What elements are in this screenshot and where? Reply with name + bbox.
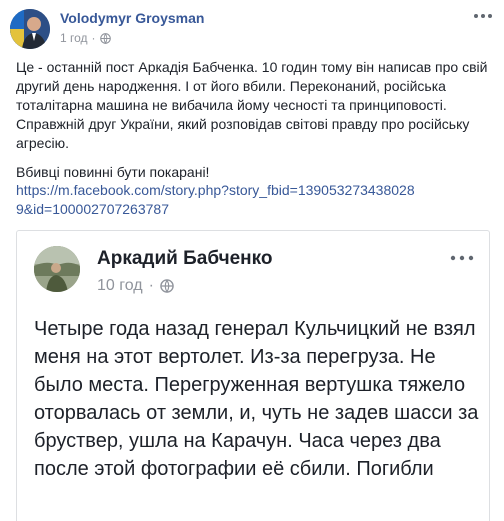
author-avatar[interactable] [10, 9, 50, 49]
more-horizontal-icon[interactable] [472, 10, 494, 22]
meta-separator: · [91, 31, 96, 45]
post-body: Це - останній пост Аркадія Бабченка. 10 … [16, 58, 488, 192]
shared-author-name[interactable]: Аркадий Бабченко [97, 248, 273, 270]
post-timestamp[interactable]: 1 год [60, 31, 88, 45]
post-paragraph: Вбивці повинні бути покарані! [16, 164, 210, 180]
meta-separator: · [148, 277, 154, 294]
globe-icon[interactable] [160, 279, 174, 293]
globe-icon[interactable] [99, 32, 111, 44]
post-meta: 1 год · [60, 31, 111, 45]
shared-post[interactable]: Аркадий Бабченко 10 год · Четыре года на… [16, 230, 490, 521]
shared-post-timestamp[interactable]: 10 год [97, 277, 143, 295]
story-link[interactable]: https://m.facebook.com/story.php?story_f… [16, 181, 416, 219]
shared-post-body: Четыре года назад генерал Кульчицкий не … [34, 318, 479, 480]
shared-author-avatar[interactable] [34, 246, 80, 292]
more-horizontal-icon[interactable] [449, 253, 475, 263]
shared-post-meta: 10 год · [97, 277, 174, 295]
post-paragraph: Це - останній пост Аркадія Бабченка. 10 … [16, 59, 488, 151]
facebook-post: Volodymyr Groysman 1 год · Це - останній… [0, 0, 504, 521]
author-name[interactable]: Volodymyr Groysman [60, 10, 204, 26]
